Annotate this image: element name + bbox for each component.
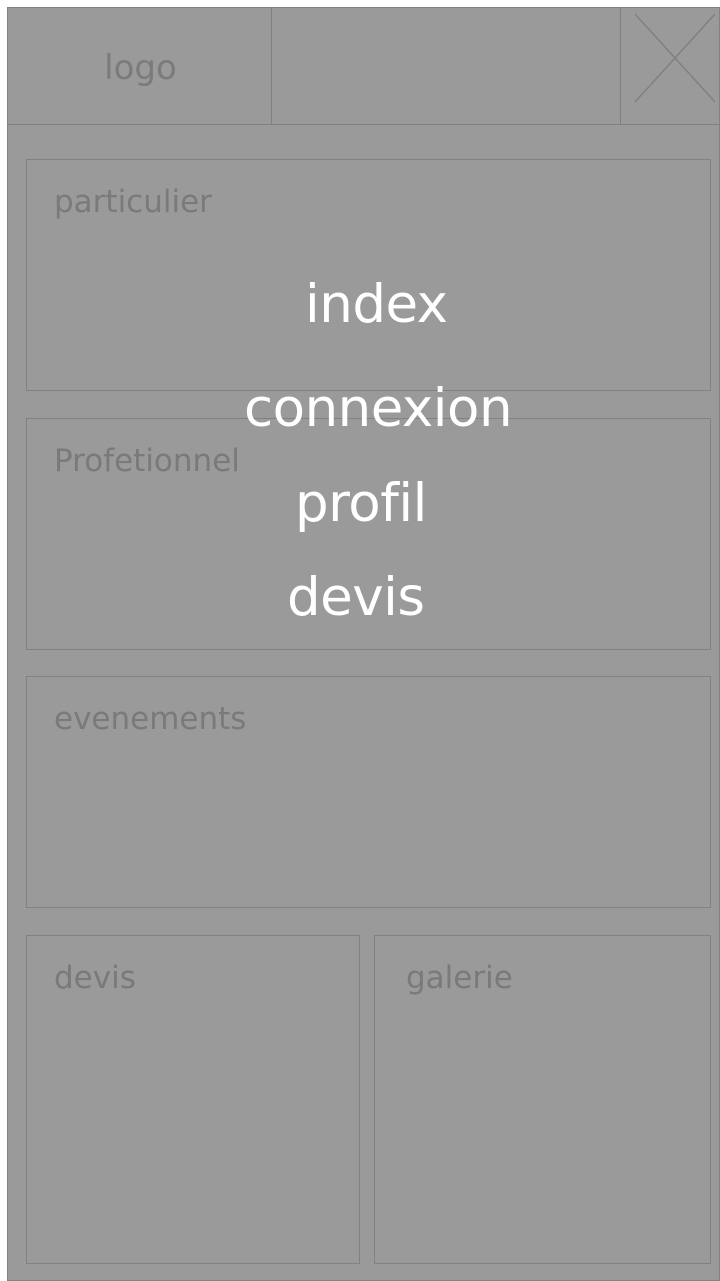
page: logo particulier Profetionnel evenements… [0, 0, 720, 1281]
logo-cell[interactable]: logo [8, 8, 272, 124]
menu-item-connexion[interactable]: connexion [244, 378, 513, 439]
menu-item-index[interactable]: index [305, 274, 448, 335]
card-devis[interactable]: devis [26, 935, 360, 1264]
card-label: galerie [406, 960, 513, 996]
logo[interactable]: logo [8, 48, 271, 88]
menu-item-profil[interactable]: profil [295, 473, 427, 534]
app-frame: logo particulier Profetionnel evenements… [7, 7, 720, 1281]
header: logo [8, 8, 719, 125]
card-label: particulier [54, 184, 212, 220]
card-label: evenements [54, 701, 247, 737]
close-icon[interactable] [633, 12, 717, 104]
card-label: Profetionnel [54, 443, 240, 479]
card-evenements[interactable]: evenements [26, 676, 711, 908]
close-button[interactable] [621, 8, 719, 124]
menu-item-devis[interactable]: devis [287, 567, 425, 628]
header-blank-cell [272, 8, 621, 124]
card-label: devis [54, 960, 136, 996]
card-galerie[interactable]: galerie [374, 935, 711, 1264]
